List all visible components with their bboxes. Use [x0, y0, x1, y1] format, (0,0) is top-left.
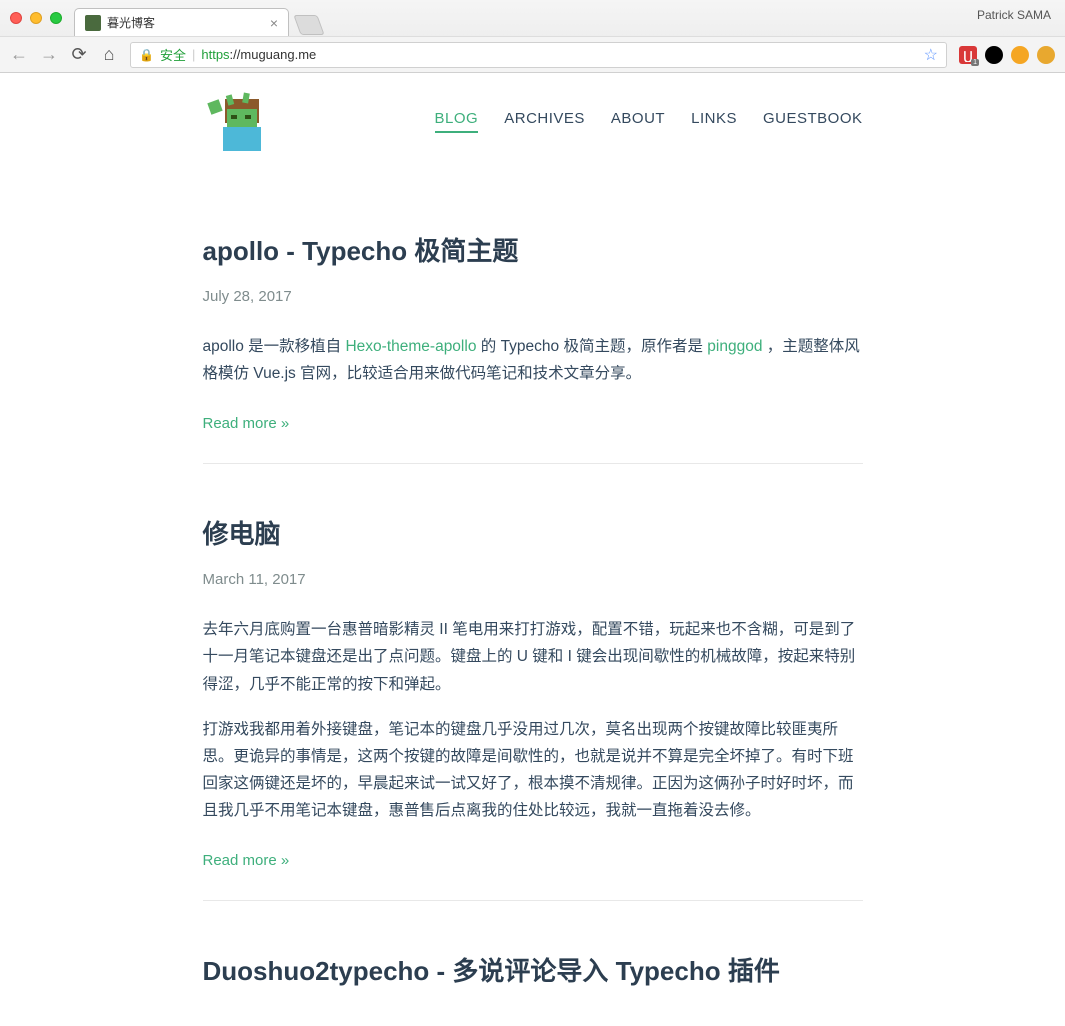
- address-bar[interactable]: 🔒 安全 | https://muguang.me ☆: [130, 42, 947, 68]
- url-separator: |: [192, 47, 195, 62]
- extension-icon-1[interactable]: 1: [959, 46, 977, 64]
- tab-favicon-icon: [85, 15, 101, 31]
- nav-links[interactable]: LINKS: [691, 110, 737, 133]
- nav-archives[interactable]: ARCHIVES: [504, 110, 585, 133]
- tab-close-button[interactable]: ×: [270, 15, 278, 31]
- url-text: https://muguang.me: [201, 47, 316, 62]
- profile-name[interactable]: Patrick SAMA: [977, 8, 1051, 22]
- close-window-button[interactable]: [10, 12, 22, 24]
- extensions-tray: 1: [959, 46, 1055, 64]
- post-excerpt: 打游戏我都用着外接键盘，笔记本的键盘几乎没用过几次，莫名出现两个按键故障比较匪夷…: [203, 716, 863, 825]
- browser-tab[interactable]: 暮光博客 ×: [74, 8, 289, 36]
- window-controls: [10, 12, 62, 24]
- post-date: July 28, 2017: [203, 288, 863, 305]
- extension-icon-3[interactable]: [1011, 46, 1029, 64]
- post-date: March 11, 2017: [203, 571, 863, 588]
- extension-badge: 1: [971, 59, 979, 66]
- extension-icon-2[interactable]: [985, 46, 1003, 64]
- post-excerpt: 去年六月底购置一台惠普暗影精灵 II 笔电用来打打游戏，配置不错，玩起来也不含糊…: [203, 616, 863, 697]
- site-logo[interactable]: [203, 91, 271, 151]
- browser-chrome: 暮光博客 × Patrick SAMA ← → ⟳ ⌂ 🔒 安全 | https…: [0, 0, 1065, 73]
- back-button[interactable]: ←: [10, 44, 28, 65]
- post-title[interactable]: Duoshuo2typecho - 多说评论导入 Typecho 插件: [203, 951, 863, 988]
- home-button[interactable]: ⌂: [100, 44, 118, 65]
- main-nav: BLOG ARCHIVES ABOUT LINKS GUESTBOOK: [435, 110, 863, 133]
- address-bar-row: ← → ⟳ ⌂ 🔒 安全 | https://muguang.me ☆ 1: [0, 36, 1065, 72]
- excerpt-link[interactable]: Hexo-theme-apollo: [345, 338, 476, 355]
- new-tab-button[interactable]: [293, 15, 324, 35]
- extension-icon-4[interactable]: [1037, 46, 1055, 64]
- nav-about[interactable]: ABOUT: [611, 110, 665, 133]
- excerpt-link[interactable]: pinggod: [707, 338, 762, 355]
- page-content: BLOG ARCHIVES ABOUT LINKS GUESTBOOK apol…: [0, 73, 1065, 1026]
- post-title[interactable]: apollo - Typecho 极简主题: [203, 231, 863, 268]
- nav-blog[interactable]: BLOG: [435, 110, 479, 133]
- minimize-window-button[interactable]: [30, 12, 42, 24]
- bookmark-star-icon[interactable]: ☆: [924, 45, 938, 65]
- post: Duoshuo2typecho - 多说评论导入 Typecho 插件: [203, 901, 863, 988]
- read-more-link[interactable]: Read more »: [203, 415, 290, 432]
- tab-bar: 暮光博客 ×: [74, 0, 321, 36]
- reload-button[interactable]: ⟳: [70, 44, 88, 65]
- titlebar: 暮光博客 × Patrick SAMA: [0, 0, 1065, 36]
- site-header: BLOG ARCHIVES ABOUT LINKS GUESTBOOK: [203, 91, 863, 171]
- nav-guestbook[interactable]: GUESTBOOK: [763, 110, 863, 133]
- secure-label: 安全: [160, 45, 186, 64]
- post-title[interactable]: 修电脑: [203, 514, 863, 551]
- post: 修电脑 March 11, 2017 去年六月底购置一台惠普暗影精灵 II 笔电…: [203, 464, 863, 901]
- lock-icon: 🔒: [139, 48, 154, 62]
- read-more-link[interactable]: Read more »: [203, 852, 290, 869]
- forward-button[interactable]: →: [40, 44, 58, 65]
- tab-title: 暮光博客: [107, 14, 155, 31]
- maximize-window-button[interactable]: [50, 12, 62, 24]
- post: apollo - Typecho 极简主题 July 28, 2017 apol…: [203, 171, 863, 464]
- post-excerpt: apollo 是一款移植自 Hexo-theme-apollo 的 Typech…: [203, 333, 863, 387]
